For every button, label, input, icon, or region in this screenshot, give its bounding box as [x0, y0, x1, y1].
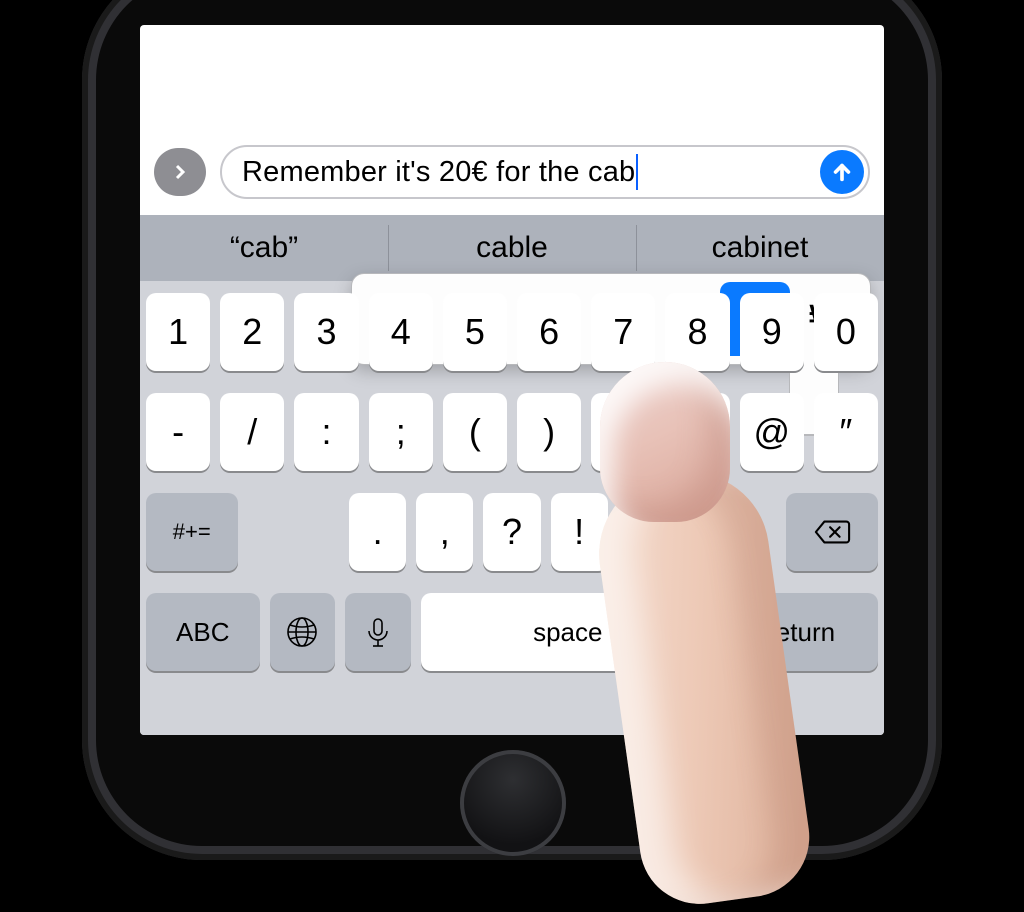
prediction-1[interactable]: cable [388, 215, 636, 281]
prediction-2[interactable]: cabinet [636, 215, 884, 281]
globe-icon [285, 615, 319, 649]
key-globe[interactable] [270, 593, 336, 671]
key-7[interactable]: 7 [591, 293, 655, 371]
key-9[interactable]: 9 [740, 293, 804, 371]
key-double-prime[interactable]: ″ [814, 393, 878, 471]
key-abc[interactable]: ABC [146, 593, 260, 671]
key-dictation[interactable] [345, 593, 411, 671]
key-backspace[interactable] [786, 493, 878, 571]
key-4[interactable]: 4 [369, 293, 433, 371]
key-row-3: #+= . , ? ! ’ [146, 493, 878, 571]
home-button[interactable] [460, 750, 566, 856]
compose-bar: Remember it's 20€ for the cab [140, 141, 884, 203]
prediction-0[interactable]: “cab” [140, 215, 388, 281]
key-8[interactable]: 8 [665, 293, 729, 371]
send-button[interactable] [820, 150, 864, 194]
chevron-right-icon [171, 163, 189, 181]
key-slash[interactable]: / [220, 393, 284, 471]
message-input-text: Remember it's 20€ for the cab [242, 156, 635, 189]
arrow-up-icon [831, 161, 853, 183]
key-paren-open[interactable]: ( [443, 393, 507, 471]
key-return[interactable]: return [724, 593, 878, 671]
key-3[interactable]: 3 [294, 293, 358, 371]
text-caret [636, 154, 638, 190]
key-row-4: ABC [146, 593, 878, 671]
expand-apps-button[interactable] [154, 148, 206, 196]
key-period[interactable]: . [349, 493, 406, 571]
predictive-bar: “cab” cable cabinet [140, 215, 884, 281]
key-space[interactable]: space [421, 593, 714, 671]
key-symbols[interactable]: #+= [146, 493, 238, 571]
key-1[interactable]: 1 [146, 293, 210, 371]
key-comma[interactable]: , [416, 493, 473, 571]
key-colon[interactable]: : [294, 393, 358, 471]
message-input[interactable]: Remember it's 20€ for the cab [220, 145, 870, 199]
microphone-icon [361, 615, 395, 649]
backspace-icon [813, 518, 851, 546]
key-rows: 1 2 3 4 5 6 7 8 9 0 - / : ; ( ) $ & @ [146, 293, 878, 727]
key-dollar[interactable]: $ [591, 393, 655, 471]
key-at[interactable]: @ [740, 393, 804, 471]
key-2[interactable]: 2 [220, 293, 284, 371]
key-row-1: 1 2 3 4 5 6 7 8 9 0 [146, 293, 878, 371]
key-question[interactable]: ? [483, 493, 540, 571]
key-ampersand[interactable]: & [665, 393, 729, 471]
row3-spacer-left [248, 493, 340, 571]
key-exclaim[interactable]: ! [551, 493, 608, 571]
phone-screen: Remember it's 20€ for the cab “cab” cabl… [140, 25, 884, 735]
row3-spacer-right [685, 493, 777, 571]
key-apostrophe[interactable]: ’ [618, 493, 675, 571]
key-0[interactable]: 0 [814, 293, 878, 371]
keyboard: “cab” cable cabinet ₽ ¥ £ $ ¢ € ₩ 1 2 3 … [140, 215, 884, 735]
key-paren-close[interactable]: ) [517, 393, 581, 471]
key-5[interactable]: 5 [443, 293, 507, 371]
key-row-2: - / : ; ( ) $ & @ ″ [146, 393, 878, 471]
key-semicolon[interactable]: ; [369, 393, 433, 471]
key-dash[interactable]: - [146, 393, 210, 471]
key-6[interactable]: 6 [517, 293, 581, 371]
